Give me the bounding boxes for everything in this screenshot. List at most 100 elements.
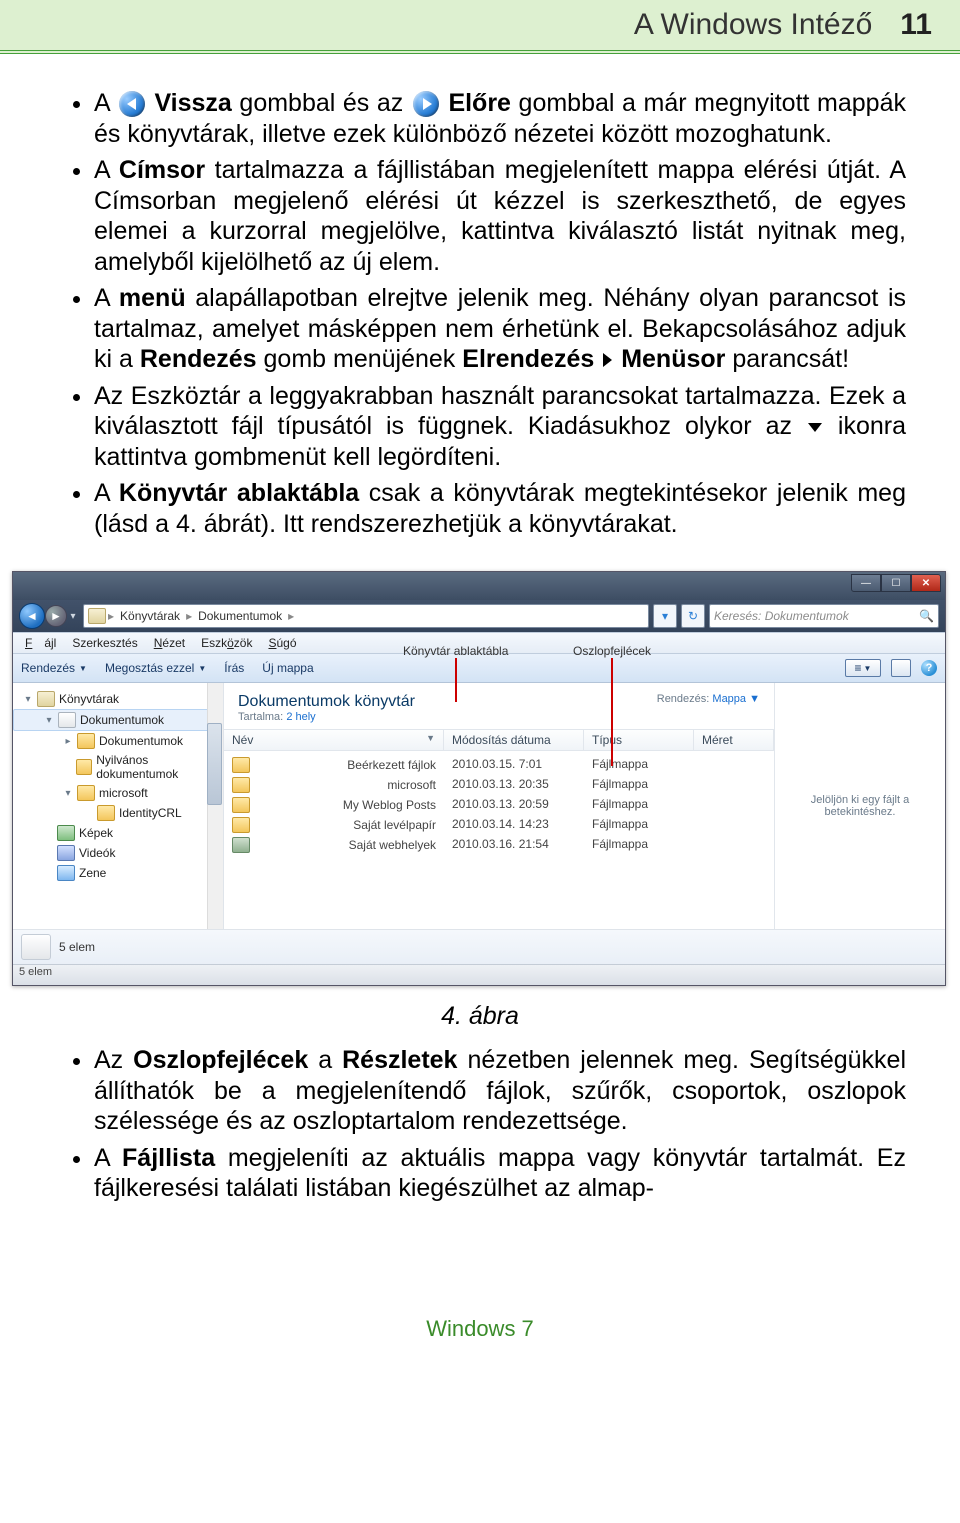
expand-icon[interactable]: ▾ — [63, 788, 73, 799]
expand-icon[interactable]: ▾ — [44, 715, 54, 726]
nav-scroll-thumb[interactable] — [207, 723, 222, 805]
file-name: microsoft — [387, 778, 436, 792]
bullet-file-list: A Fájllista megjeleníti az aktuális mapp… — [94, 1143, 906, 1204]
figure-caption: 4. ábra — [0, 1002, 960, 1031]
search-placeholder: Keresés: Dokumentumok — [714, 609, 849, 623]
txt: Előre — [448, 89, 511, 117]
lib-icon — [37, 691, 55, 707]
nav-item[interactable]: Zene — [13, 863, 223, 883]
preview-pane-button[interactable] — [891, 659, 911, 677]
nav-back-button[interactable]: ◄ — [19, 603, 45, 629]
col-size[interactable]: Méret — [694, 730, 774, 750]
menu-edit[interactable]: Szerkesztés — [66, 636, 143, 650]
file-row[interactable]: microsoft2010.03.13. 20:35Fájlmappa — [224, 775, 774, 795]
menu-tools[interactable]: Eszközök — [195, 636, 258, 650]
breadcrumb[interactable]: ▸ Könyvtárak ▸ Dokumentumok ▸ — [83, 604, 649, 628]
nav-item[interactable]: ▸Dokumentumok — [13, 731, 223, 751]
file-date: 2010.03.16. 21:54 — [444, 836, 584, 854]
burn-button[interactable]: Írás — [224, 661, 244, 675]
col-name[interactable]: Név▼ — [224, 730, 444, 750]
file-row[interactable]: Saját webhelyek2010.03.16. 21:54Fájlmapp… — [224, 835, 774, 855]
lbl: Rendezés — [21, 661, 75, 675]
nav-item-label: Dokumentumok — [80, 713, 164, 727]
lbl: Írás — [224, 661, 244, 675]
nav-history-dropdown[interactable]: ▾ — [67, 611, 79, 622]
expand-icon[interactable]: ▾ — [23, 694, 33, 705]
txt: A — [94, 89, 109, 117]
fold-icon — [232, 817, 250, 833]
maximize-button[interactable]: ☐ — [881, 574, 911, 592]
library-title: Dokumentumok könyvtár — [238, 693, 415, 711]
nav-item[interactable]: Videók — [13, 843, 223, 863]
fold-icon — [232, 777, 250, 793]
expand-icon[interactable]: ▸ — [63, 736, 73, 747]
menu-file[interactable]: Fájl — [19, 636, 62, 650]
bullet-column-headers: Az Oszlopfejlécek a Részletek nézetben j… — [94, 1045, 906, 1137]
details-icon — [21, 934, 51, 960]
nav-item[interactable]: IdentityCRL — [13, 803, 223, 823]
nav-item-label: Képek — [79, 826, 113, 840]
organize-button[interactable]: Rendezés ▼ — [21, 661, 87, 675]
file-type: Fájlmappa — [584, 776, 694, 794]
file-row[interactable]: My Weblog Posts2010.03.13. 20:59Fájlmapp… — [224, 795, 774, 815]
share-button[interactable]: Megosztás ezzel ▼ — [105, 661, 206, 675]
new-folder-button[interactable]: Új mappa — [262, 661, 313, 675]
status-text: 5 elem — [19, 966, 52, 978]
bullet-nav-buttons: A Vissza gombbal és az Előre gombbal a m… — [94, 88, 906, 149]
nav-item[interactable]: ▾microsoft — [13, 783, 223, 803]
breadcrumb-sep[interactable]: ▸ — [108, 609, 114, 623]
txt: Fájllista — [122, 1144, 215, 1172]
menu-help[interactable]: Súgó — [262, 636, 302, 650]
refresh-dropdown-button[interactable]: ▾ — [653, 604, 677, 628]
file-date: 2010.03.14. 14:23 — [444, 816, 584, 834]
fold-icon — [232, 797, 250, 813]
txt: gomb menüjének — [257, 345, 463, 373]
page-footer: Windows 7 — [0, 1316, 960, 1342]
breadcrumb-seg[interactable]: Könyvtárak — [116, 609, 184, 623]
minimize-button[interactable]: — — [851, 574, 881, 592]
refresh-button[interactable]: ↻ — [681, 604, 705, 628]
txt: megjeleníti az aktuális mappa vagy könyv… — [94, 1144, 906, 1203]
close-button[interactable]: ✕ — [911, 574, 941, 592]
search-icon: 🔍 — [919, 609, 934, 623]
column-headers[interactable]: Név▼ Módosítás dátuma Típus Méret — [224, 729, 774, 751]
nav-forward-button[interactable]: ► — [45, 605, 67, 627]
file-type: Fájlmappa — [584, 816, 694, 834]
bullet-toolbar: Az Eszköztár a leggyakrabban használt pa… — [94, 381, 906, 473]
file-row[interactable]: Saját levélpapír2010.03.14. 14:23Fájlmap… — [224, 815, 774, 835]
fold-icon — [76, 759, 92, 775]
breadcrumb-seg[interactable]: Dokumentumok — [194, 609, 286, 623]
txt: a — [308, 1046, 342, 1074]
fold-icon — [77, 733, 95, 749]
view-mode-button[interactable]: ≡ ▼ — [845, 659, 881, 677]
nav-item[interactable]: Képek — [13, 823, 223, 843]
nav-scrollbar[interactable] — [207, 683, 223, 929]
nav-item[interactable]: ▾ Dokumentumok — [13, 709, 223, 731]
nav-item[interactable]: Nyilvános dokumentumok — [13, 751, 223, 783]
col-date[interactable]: Módosítás dátuma — [444, 730, 584, 750]
file-list[interactable]: Beérkezett fájlok2010.03.15. 7:01Fájlmap… — [224, 751, 774, 855]
address-bar-row: ◄ ► ▾ ▸ Könyvtárak ▸ Dokumentumok ▸ ▾ ↻ … — [13, 600, 945, 632]
dropdown-icon: ▼ — [198, 664, 206, 673]
nav-item[interactable]: ▾Könyvtárak — [13, 689, 223, 709]
library-locations-link[interactable]: 2 hely — [286, 711, 315, 723]
header-title: A Windows Intéző — [634, 8, 872, 42]
col-type[interactable]: Típus — [584, 730, 694, 750]
fold-icon — [77, 785, 95, 801]
help-button[interactable]: ? — [921, 660, 937, 676]
file-row[interactable]: Beérkezett fájlok2010.03.15. 7:01Fájlmap… — [224, 755, 774, 775]
dropdown-arrow-icon — [808, 423, 822, 432]
explorer-window: — ☐ ✕ ◄ ► ▾ ▸ Könyvtárak ▸ Dokumentumok … — [12, 571, 946, 986]
lbl: Új mappa — [262, 661, 313, 675]
search-input[interactable]: Keresés: Dokumentumok 🔍 — [709, 604, 939, 628]
navigation-pane[interactable]: ▾Könyvtárak▾Dokumentumok▸DokumentumokNyi… — [13, 683, 224, 929]
breadcrumb-sep[interactable]: ▸ — [288, 609, 294, 623]
file-size — [694, 796, 774, 814]
menu-view[interactable]: Nézet — [148, 636, 191, 650]
window-titlebar[interactable]: — ☐ ✕ — [13, 572, 945, 600]
menu-bar[interactable]: Fájl Szerkesztés Nézet Eszközök Súgó — [13, 632, 945, 654]
txt: A — [94, 479, 119, 507]
breadcrumb-sep[interactable]: ▸ — [186, 609, 192, 623]
arrange-by[interactable]: Rendezés: Mappa ▼ — [657, 693, 760, 705]
arrange-by-value[interactable]: Mappa ▼ — [712, 693, 760, 705]
